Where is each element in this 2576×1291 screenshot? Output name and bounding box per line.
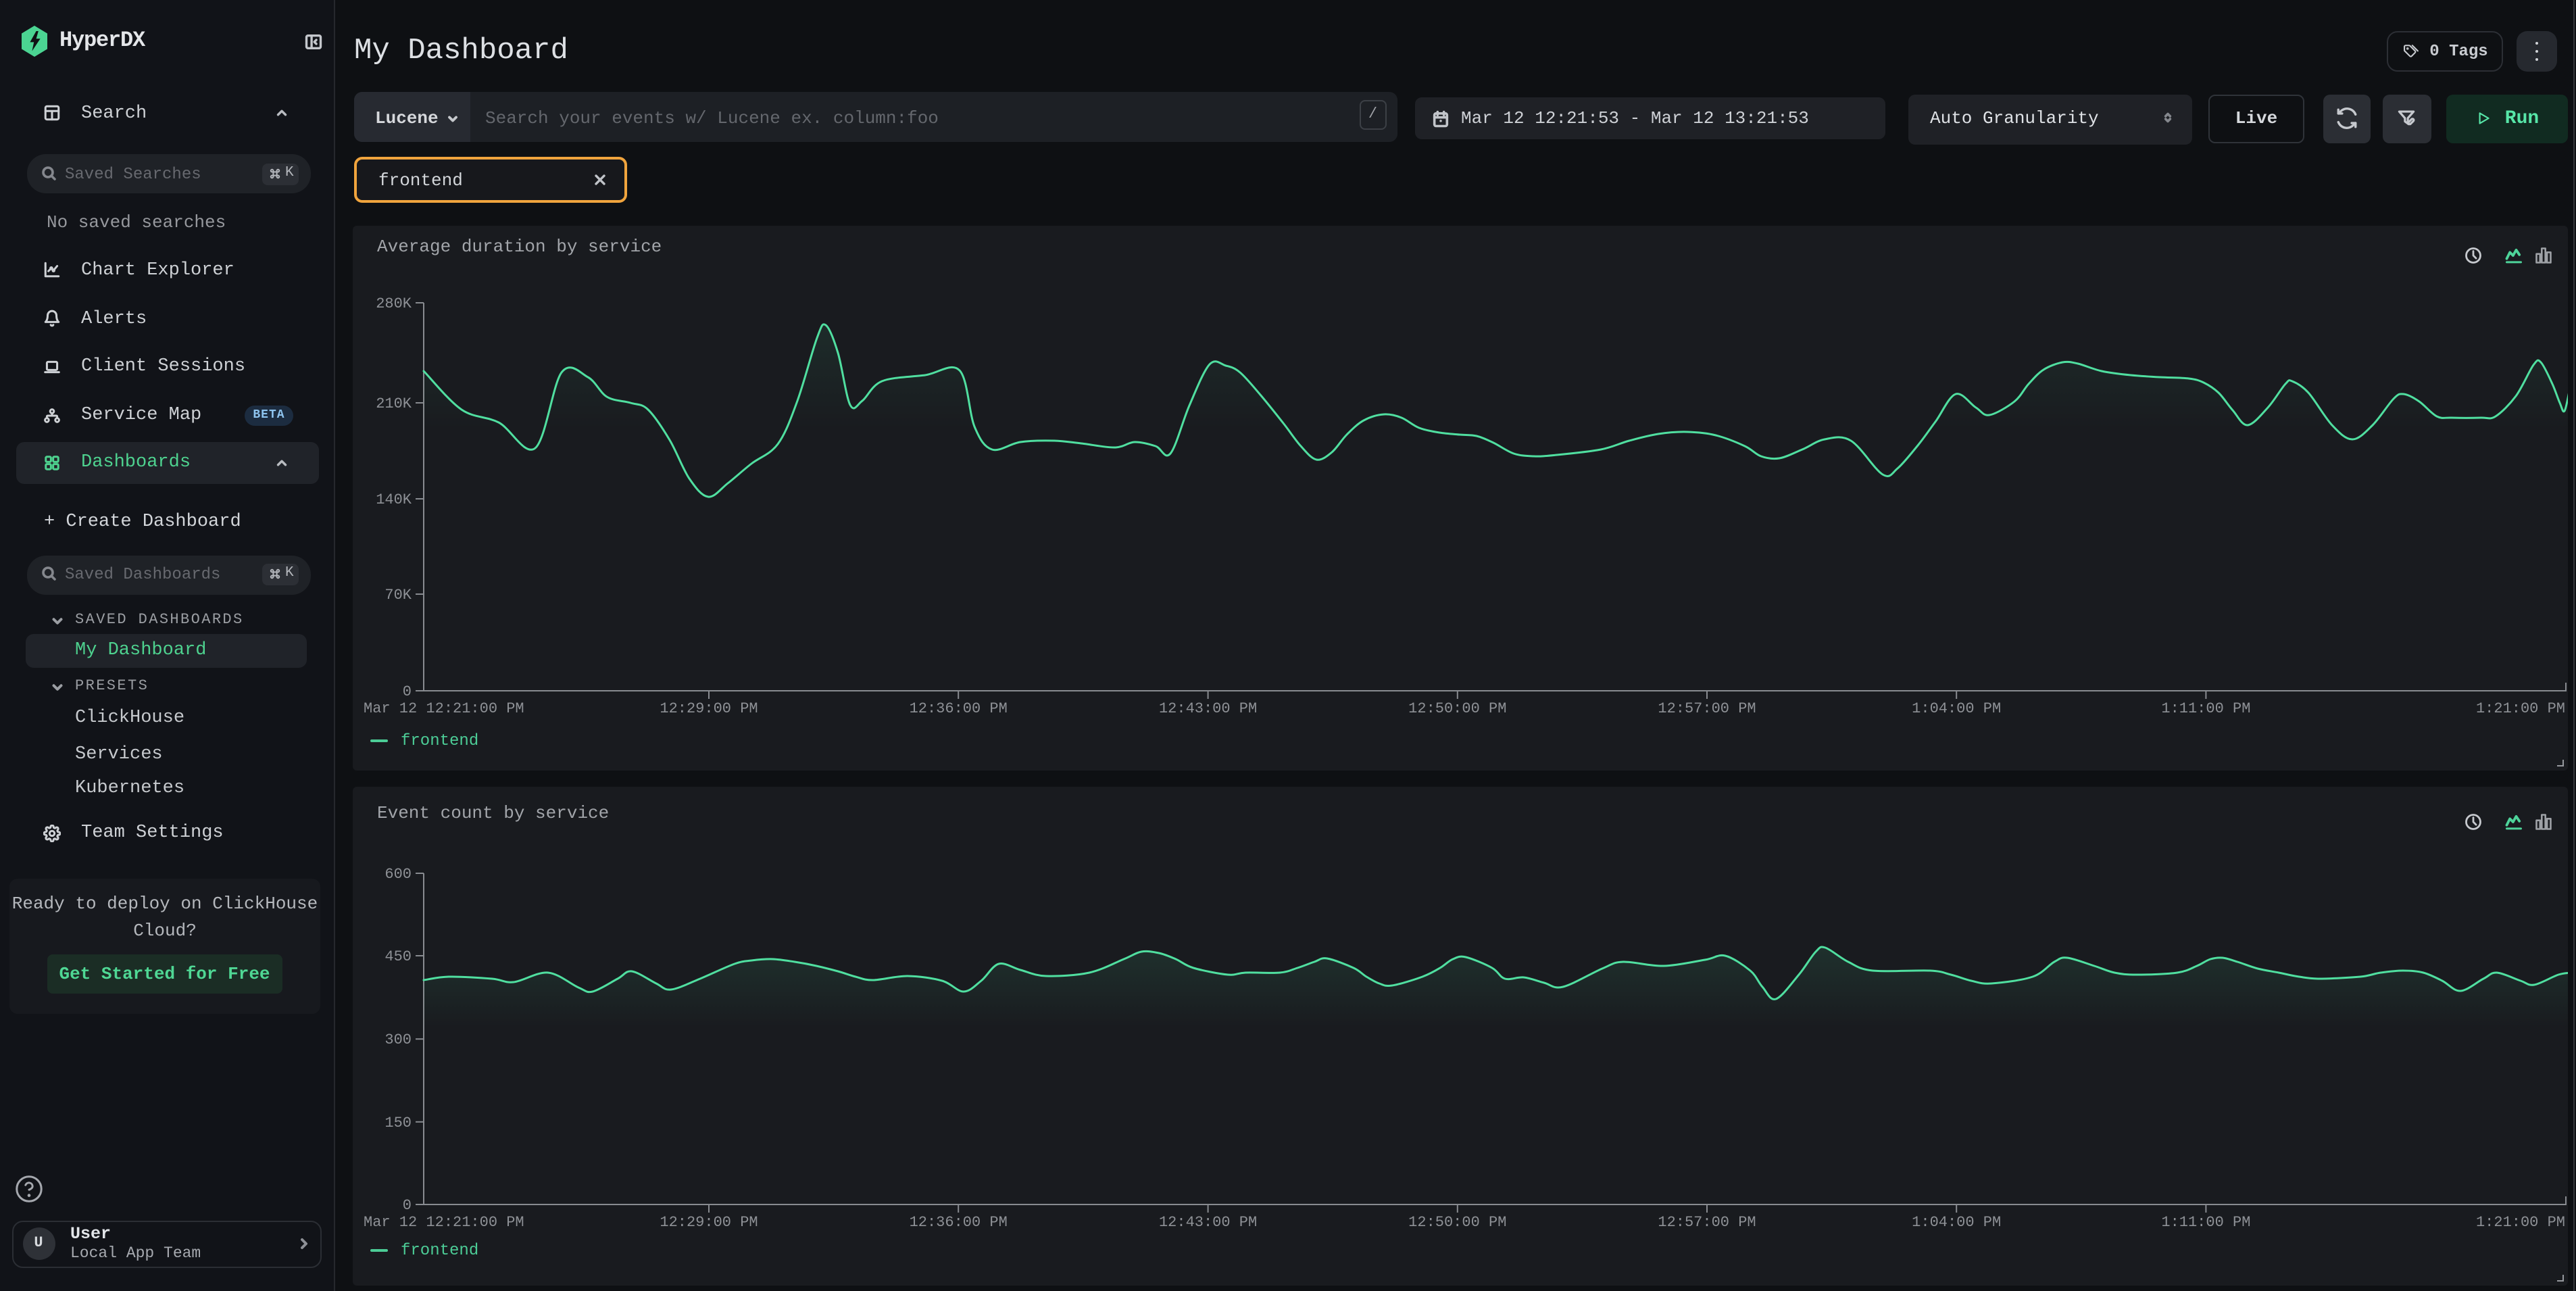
svg-text:12:43:00 PM: 12:43:00 PM (1159, 700, 1257, 717)
svg-text:1:04:00 PM: 1:04:00 PM (1912, 700, 2001, 717)
svg-text:12:43:00 PM: 12:43:00 PM (1159, 1213, 1257, 1230)
svg-text:1:21:00 PM: 1:21:00 PM (2476, 1213, 2565, 1230)
svg-text:450: 450 (385, 948, 412, 965)
svg-text:12:29:00 PM: 12:29:00 PM (660, 700, 758, 717)
svg-text:12:57:00 PM: 12:57:00 PM (1658, 1213, 1756, 1230)
svg-text:12:57:00 PM: 12:57:00 PM (1658, 700, 1756, 717)
svg-text:0: 0 (403, 1196, 412, 1213)
svg-text:Mar 12 12:21:00 PM: Mar 12 12:21:00 PM (364, 1213, 524, 1230)
svg-text:140K: 140K (376, 491, 412, 508)
svg-text:Mar 12 12:21:00 PM: Mar 12 12:21:00 PM (364, 700, 524, 717)
svg-text:600: 600 (385, 865, 412, 882)
svg-text:1:21:00 PM: 1:21:00 PM (2476, 700, 2565, 717)
svg-text:12:50:00 PM: 12:50:00 PM (1408, 1213, 1506, 1230)
svg-text:12:29:00 PM: 12:29:00 PM (660, 1213, 758, 1230)
svg-text:12:50:00 PM: 12:50:00 PM (1408, 700, 1506, 717)
svg-text:1:11:00 PM: 1:11:00 PM (2161, 700, 2250, 717)
svg-text:1:11:00 PM: 1:11:00 PM (2161, 1213, 2250, 1230)
svg-text:70K: 70K (385, 587, 412, 604)
svg-text:150: 150 (385, 1114, 412, 1131)
svg-text:280K: 280K (376, 295, 412, 312)
svg-text:1:04:00 PM: 1:04:00 PM (1912, 1213, 2001, 1230)
svg-text:300: 300 (385, 1031, 412, 1048)
svg-text:210K: 210K (376, 395, 412, 412)
svg-text:0: 0 (403, 683, 412, 700)
svg-text:12:36:00 PM: 12:36:00 PM (910, 700, 1008, 717)
svg-text:12:36:00 PM: 12:36:00 PM (910, 1213, 1008, 1230)
